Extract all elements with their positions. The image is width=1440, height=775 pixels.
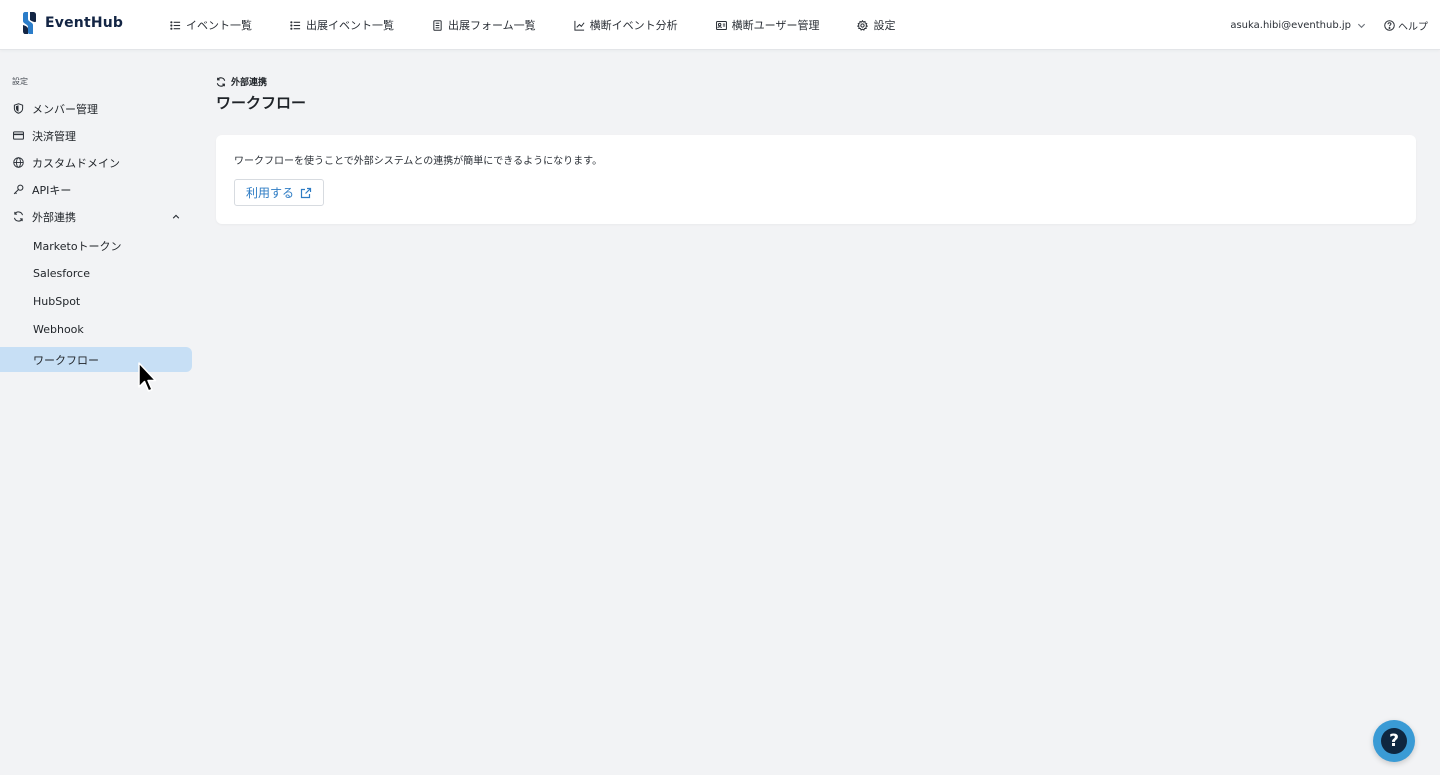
- sidebar-item-custom-domain[interactable]: カスタムドメイン: [0, 150, 192, 175]
- sync-icon: [13, 211, 24, 222]
- sidebar-subitem-label: Marketoトークン: [33, 239, 122, 253]
- breadcrumb-label: 外部連携: [231, 78, 268, 88]
- nav-label: 設定: [873, 19, 896, 32]
- sidebar-subitem-hubspot[interactable]: HubSpot: [0, 289, 192, 314]
- shield-icon: [13, 103, 24, 114]
- sidebar-subitem-salesforce[interactable]: Salesforce: [0, 261, 192, 286]
- sidebar-item-api-key[interactable]: APIキー: [0, 177, 192, 202]
- sidebar-item-label: メンバー管理: [32, 102, 98, 116]
- list-icon: [290, 20, 301, 30]
- help-label: ヘルプ: [1398, 21, 1428, 33]
- sidebar-subitem-webhook[interactable]: Webhook: [0, 317, 192, 342]
- chevron-up-icon: [172, 214, 180, 219]
- user-menu[interactable]: asuka.hibi@eventhub.jp: [1230, 20, 1366, 31]
- use-workflow-button[interactable]: 利用する: [234, 179, 324, 206]
- chart-icon: [574, 20, 585, 31]
- workflow-card: ワークフローを使うことで外部システムとの連携が簡単にできるようになります。 利用…: [216, 135, 1416, 224]
- sidebar-subitem-workflow[interactable]: ワークフロー: [0, 347, 192, 372]
- sidebar-item-external-integration[interactable]: 外部連携: [0, 204, 192, 229]
- breadcrumb: 外部連携: [216, 75, 267, 88]
- help-chat-button[interactable]: ?: [1373, 720, 1415, 762]
- nav-label: 出展イベント一覧: [306, 19, 394, 32]
- globe-icon: [13, 157, 24, 168]
- sidebar-item-label: カスタムドメイン: [32, 156, 120, 170]
- sidebar-item-payment-management[interactable]: 決済管理: [0, 123, 192, 148]
- form-icon: [433, 19, 442, 31]
- sidebar-item-label: 決済管理: [32, 129, 76, 143]
- nav-cross-user-management[interactable]: 横断ユーザー管理: [715, 17, 820, 33]
- workflow-description: ワークフローを使うことで外部システムとの連携が簡単にできるようになります。: [234, 156, 603, 167]
- nav-event-list[interactable]: イベント一覧: [170, 17, 252, 33]
- nav-exhibit-form-list[interactable]: 出展フォーム一覧: [432, 17, 536, 33]
- key-icon: [13, 184, 24, 195]
- app-name: EventHub: [45, 15, 124, 31]
- question-circle-icon: [1384, 19, 1395, 31]
- list-icon: [170, 20, 181, 30]
- nav-label: イベント一覧: [186, 19, 252, 32]
- nav-label: 出展フォーム一覧: [448, 19, 536, 32]
- page-title: ワークフロー: [216, 94, 307, 112]
- sync-icon: [216, 76, 226, 87]
- sidebar-subitem-marketo-token[interactable]: Marketoトークン: [0, 233, 192, 258]
- eventhub-logo-icon: [23, 12, 36, 34]
- user-email: asuka.hibi@eventhub.jp: [1230, 19, 1351, 31]
- sidebar-subitem-label: ワークフロー: [33, 353, 99, 367]
- top-header: EventHub イベント一覧 出展イベント一覧 出展フォーム一覧 横断イベント…: [0, 0, 1440, 50]
- use-button-label: 利用する: [245, 186, 294, 200]
- sidebar-subitem-label: HubSpot: [33, 295, 81, 308]
- question-mark-icon: ?: [1381, 728, 1407, 754]
- nav-cross-event-analysis[interactable]: 横断イベント分析: [574, 17, 678, 33]
- sidebar-subitem-label: Webhook: [33, 323, 84, 336]
- eventhub-logo[interactable]: EventHub: [20, 12, 123, 34]
- help-chat-label: ?: [1389, 731, 1399, 751]
- sidebar-item-label: 外部連携: [32, 210, 76, 224]
- sidebar-heading: 設定: [12, 77, 28, 86]
- external-link-icon: [300, 187, 312, 198]
- id-card-icon: [715, 20, 727, 30]
- nav-label: 横断イベント分析: [589, 19, 678, 32]
- help-link[interactable]: ヘルプ: [1384, 18, 1428, 33]
- sidebar-subitem-label: Salesforce: [33, 267, 90, 280]
- sidebar-item-label: APIキー: [32, 183, 72, 197]
- sidebar-item-member-management[interactable]: メンバー管理: [0, 96, 192, 121]
- nav-label: 横断ユーザー管理: [731, 19, 820, 32]
- main-nav: イベント一覧 出展イベント一覧 出展フォーム一覧 横断イベント分析 横断ユーザー…: [170, 0, 933, 50]
- gear-icon: [857, 19, 869, 31]
- credit-card-icon: [13, 131, 24, 140]
- settings-sidebar: 設定 メンバー管理 決済管理 カスタムドメイン APIキー 外部連携 Marke…: [0, 50, 200, 775]
- nav-exhibit-event-list[interactable]: 出展イベント一覧: [290, 17, 394, 33]
- chevron-down-icon: [1357, 23, 1366, 28]
- nav-settings[interactable]: 設定: [857, 17, 895, 33]
- header-right: asuka.hibi@eventhub.jp ヘルプ: [1230, 0, 1428, 50]
